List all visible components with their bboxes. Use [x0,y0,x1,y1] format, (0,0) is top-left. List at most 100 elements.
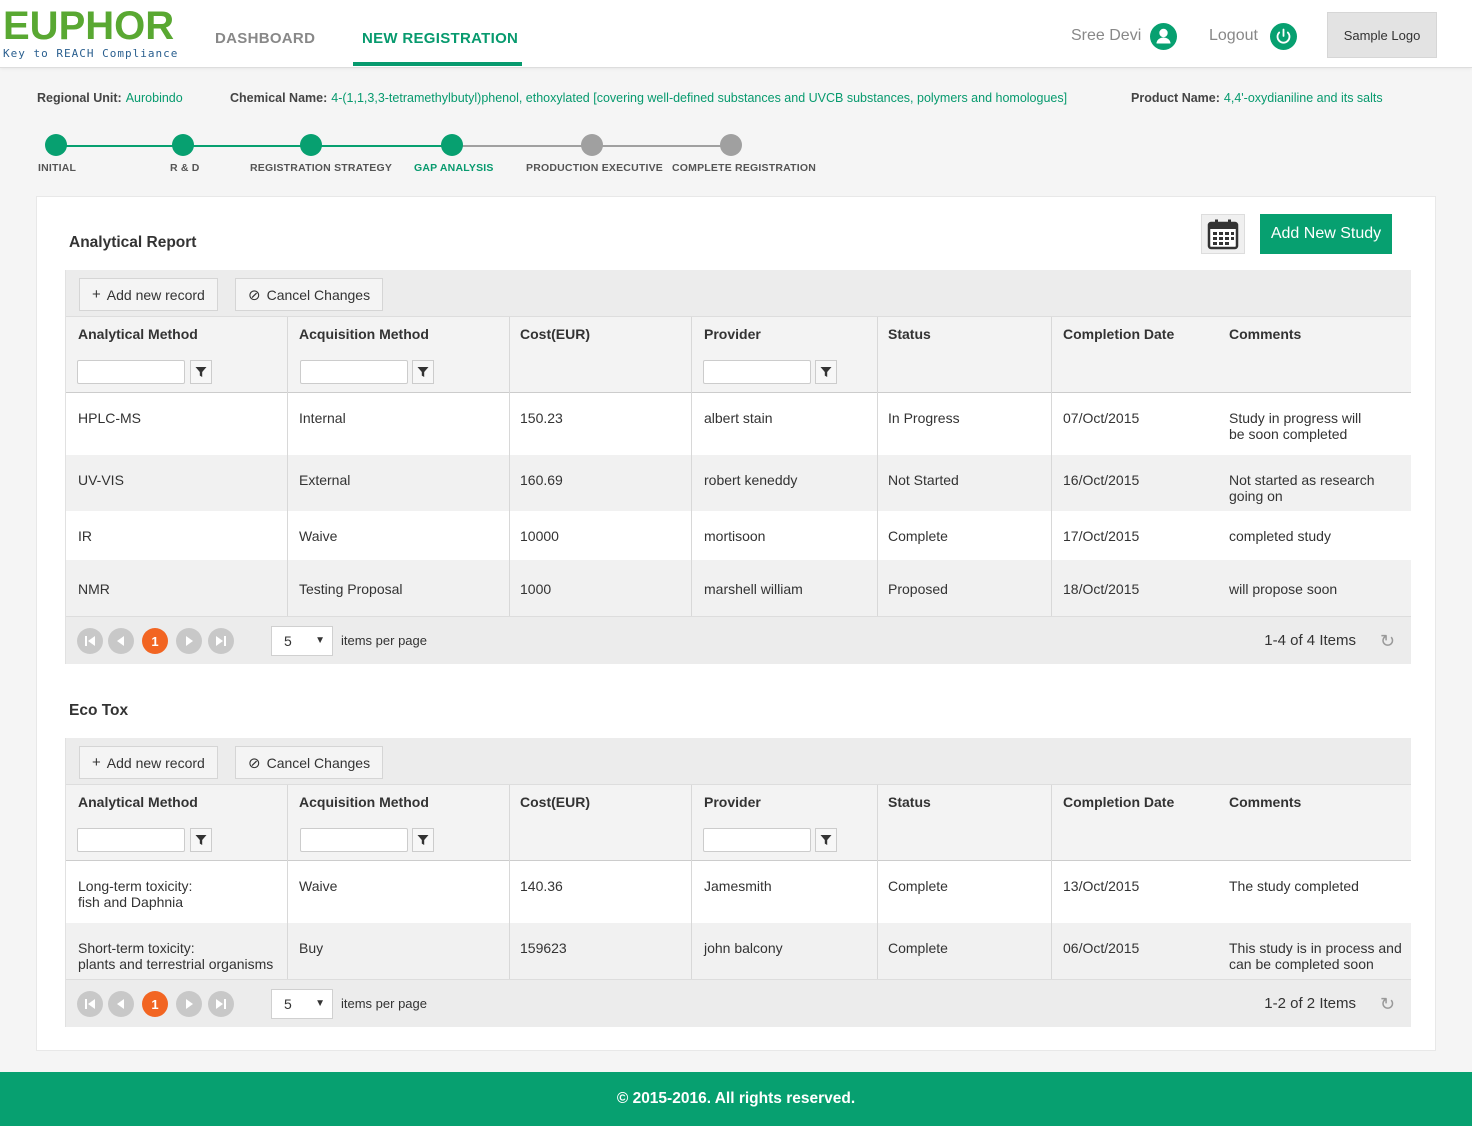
step-dot-gap-analysis[interactable] [441,134,463,156]
column-header-acquisition-method[interactable]: Acquisition Method [287,785,429,819]
table-row[interactable]: NMR Testing Proposal 1000 marshell willi… [66,560,1411,616]
current-page-button[interactable]: 1 [142,628,168,654]
refresh-icon[interactable]: ↻ [1380,631,1395,652]
table-row[interactable]: UV-VIS External 160.69 robert keneddy No… [66,455,1411,511]
next-page-button[interactable] [176,991,202,1017]
step-label-gap-analysis[interactable]: GAP ANALYSIS [414,162,494,174]
table-row[interactable]: HPLC-MS Internal 150.23 albert stain In … [66,393,1411,455]
eco-tox-title: Eco Tox [69,702,129,719]
step-dot-production-executive[interactable] [581,134,603,156]
nav-new-registration[interactable]: NEW REGISTRATION [362,30,518,47]
last-page-icon [216,999,226,1009]
analytical-method-filter-button[interactable] [190,828,212,852]
provider-filter-input[interactable] [703,828,811,852]
next-page-button[interactable] [176,628,202,654]
page-size-select[interactable]: 5 ▼ [271,626,333,656]
table-row[interactable]: IR Waive 10000 mortisoon Complete 17/Oct… [66,511,1411,560]
column-divider [287,785,288,979]
provider-filter-button[interactable] [815,360,837,384]
column-header-comments[interactable]: Comments [1217,317,1301,351]
user-name[interactable]: Sree Devi [1071,27,1141,45]
column-header-status[interactable]: Status [876,317,931,351]
provider-filter-button[interactable] [815,828,837,852]
calendar-icon [1207,219,1239,250]
logout-link[interactable]: Logout [1209,27,1258,45]
acquisition-method-filter-button[interactable] [412,828,434,852]
cell-acquisition-method: Waive [299,878,338,894]
page-size-select[interactable]: 5 ▼ [271,989,333,1019]
column-header-analytical-method[interactable]: Analytical Method [66,317,198,351]
step-label-registration-strategy[interactable]: REGISTRATION STRATEGY [250,162,392,174]
table-row[interactable]: Long-term toxicity: fish and Daphnia Wai… [66,861,1411,923]
dropdown-arrow-icon: ▼ [315,998,325,1009]
step-label-complete-registration[interactable]: COMPLETE REGISTRATION [672,162,816,174]
add-new-record-button[interactable]: + Add new record [79,746,218,779]
column-header-acquisition-method[interactable]: Acquisition Method [287,317,429,351]
column-header-provider[interactable]: Provider [692,317,761,351]
column-header-cost[interactable]: Cost(EUR) [508,317,590,351]
refresh-icon[interactable]: ↻ [1380,994,1395,1015]
cell-status: Proposed [888,581,948,597]
add-new-record-button[interactable]: + Add new record [79,278,218,311]
first-page-button[interactable] [77,991,103,1017]
product-name-label: Product Name: [1131,91,1220,105]
current-page-button[interactable]: 1 [142,991,168,1017]
acquisition-method-filter-button[interactable] [412,360,434,384]
add-new-study-button[interactable]: Add New Study [1260,214,1392,254]
add-new-record-label: Add new record [106,754,205,771]
provider-filter-input[interactable] [703,360,811,384]
column-divider [1051,317,1052,616]
cell-acquisition-method: Testing Proposal [299,581,403,597]
column-header-analytical-method[interactable]: Analytical Method [66,785,198,819]
nav-dashboard[interactable]: DASHBOARD [215,30,315,47]
chemical-name: Chemical Name: 4-(1,1,3,3-tetramethylbuty… [230,91,1067,105]
cancel-changes-button[interactable]: ⊘ Cancel Changes [235,746,384,779]
analytical-method-filter-input[interactable] [77,828,185,852]
cell-cost: 1000 [520,581,552,597]
column-header-comments[interactable]: Comments [1217,785,1301,819]
prev-page-button[interactable] [108,628,134,654]
cell-status: Not Started [888,472,959,488]
euphor-logo[interactable]: EUPHOR Key to REACH Compliance [3,6,183,62]
filter-row [66,819,1411,861]
cell-analytical-method: HPLC-MS [78,410,142,426]
regional-unit-label: Regional Unit: [37,91,122,105]
filter-icon [820,367,832,377]
analytical-method-filter-button[interactable] [190,360,212,384]
step-dot-initial[interactable] [45,134,67,156]
column-header-completion-date[interactable]: Completion Date [1051,317,1174,351]
power-icon[interactable] [1270,23,1297,50]
step-label-rnd[interactable]: R & D [170,162,200,174]
calendar-button[interactable] [1201,214,1245,254]
step-dot-registration-strategy[interactable] [300,134,322,156]
chemical-name-label: Chemical Name: [230,91,328,105]
column-header-completion-date[interactable]: Completion Date [1051,785,1174,819]
column-header-status[interactable]: Status [876,785,931,819]
cell-provider: john balcony [704,940,783,956]
column-divider [509,785,510,979]
cell-completion-date: 06/Oct/2015 [1063,940,1140,956]
user-icon[interactable] [1150,23,1177,50]
acquisition-method-filter-input[interactable] [300,360,408,384]
acquisition-method-filter-input[interactable] [300,828,408,852]
step-label-production-executive[interactable]: PRODUCTION EXECUTIVE [526,162,663,174]
cancel-changes-button[interactable]: ⊘ Cancel Changes [235,278,384,311]
next-page-icon [186,636,193,646]
step-dot-rnd[interactable] [172,134,194,156]
cell-cost: 159623 [520,940,567,956]
column-header-cost[interactable]: Cost(EUR) [508,785,590,819]
cell-status: Complete [888,878,948,894]
chemical-name-value: 4-(1,1,3,3-tetramethylbutyl)phenol, etho… [331,91,1068,105]
first-page-button[interactable] [77,628,103,654]
table-row[interactable]: Short-term toxicity: plants and terrestr… [66,923,1411,979]
step-dot-complete-registration[interactable] [720,134,742,156]
column-header-provider[interactable]: Provider [692,785,761,819]
last-page-button[interactable] [208,628,234,654]
analytical-method-filter-input[interactable] [77,360,185,384]
step-label-initial[interactable]: INITIAL [38,162,76,174]
eco-tox-grid: + Add new record ⊘ Cancel Changes Analytic… [65,738,1411,1027]
last-page-button[interactable] [208,991,234,1017]
nav-active-indicator [353,62,522,66]
product-name-value: 4,4'-oxydianiline and its salts [1223,91,1383,105]
prev-page-button[interactable] [108,991,134,1017]
